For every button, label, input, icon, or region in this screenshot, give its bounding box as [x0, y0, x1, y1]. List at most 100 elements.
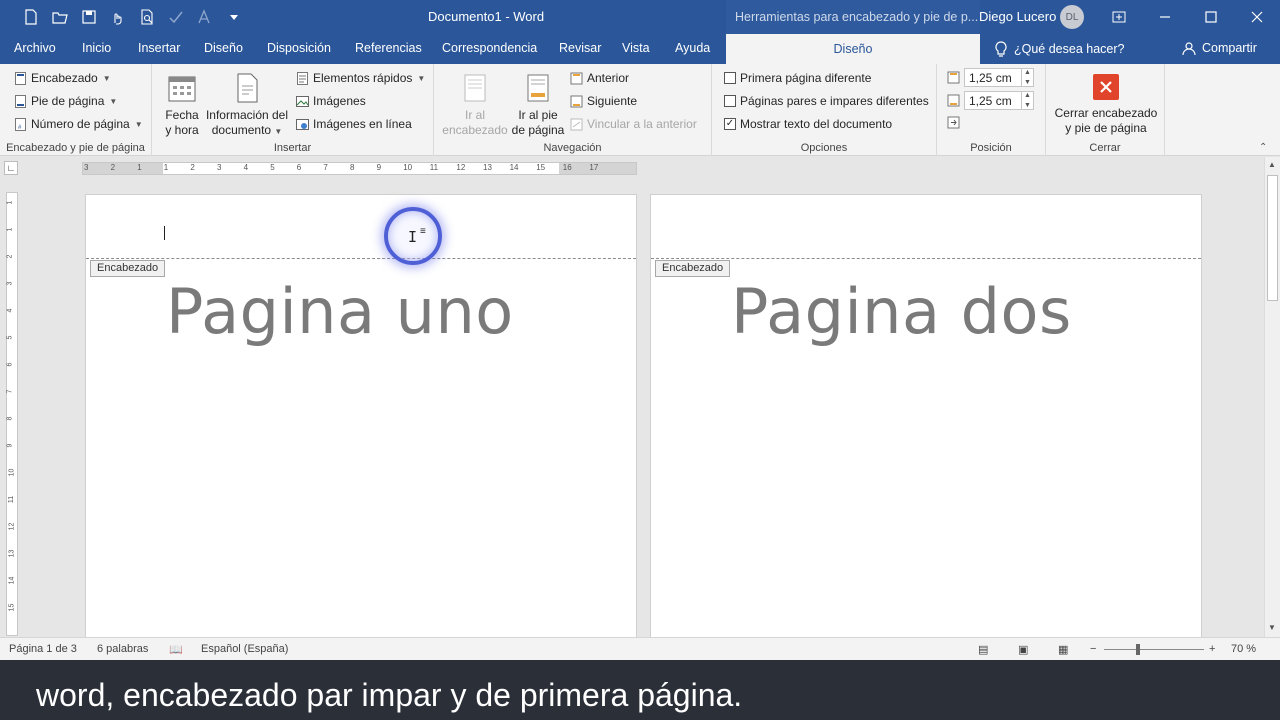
spinner-arrows-icon[interactable]: ▲ ▼	[1022, 68, 1034, 87]
font-size-icon[interactable]	[190, 6, 219, 28]
print-preview-icon[interactable]	[132, 6, 161, 28]
touch-mode-icon[interactable]	[103, 6, 132, 28]
scroll-up-icon[interactable]: ▲	[1268, 160, 1276, 169]
proofing-icon[interactable]: 📖	[169, 643, 183, 656]
align-cursor-icon: ≡	[420, 226, 426, 237]
tab-disposicion[interactable]: Disposición	[267, 41, 331, 55]
go-to-footer-button[interactable]: Ir al pie de página	[508, 72, 568, 138]
header-dropdown[interactable]: Encabezado ▼	[14, 71, 111, 85]
quick-parts-dropdown[interactable]: Elementos rápidos ▼	[296, 71, 425, 85]
header-from-top-field[interactable]: 1,25 cm ▲ ▼	[947, 68, 1034, 87]
chevron-down-icon: ▼	[134, 119, 143, 129]
page-count[interactable]: Página 1 de 3	[9, 643, 77, 655]
ibeam-cursor-icon: I	[408, 228, 418, 246]
print-layout-icon[interactable]: ▣	[1018, 643, 1028, 656]
zoom-out-icon[interactable]: −	[1090, 643, 1096, 655]
previous-button[interactable]: Anterior	[570, 71, 629, 85]
ruler-number: 13	[483, 163, 492, 172]
different-first-page-label: Primera página diferente	[740, 71, 872, 85]
minimize-icon[interactable]	[1142, 4, 1188, 30]
tab-correspondencia[interactable]: Correspondencia	[442, 41, 537, 55]
pictures-button[interactable]: Imágenes	[296, 94, 366, 108]
scrollbar-thumb[interactable]	[1267, 175, 1278, 301]
page-one[interactable]: Encabezado Pagina uno	[85, 194, 637, 637]
collapse-ribbon-icon[interactable]: ⌃	[1259, 142, 1267, 153]
checkbox-unchecked[interactable]	[724, 72, 736, 84]
ruler-number: 9	[6, 443, 14, 448]
next-button[interactable]: Siguiente	[570, 94, 637, 108]
customize-toolbar-icon[interactable]	[219, 6, 248, 28]
different-odd-even-checkbox[interactable]: Páginas pares e impares diferentes	[724, 94, 929, 108]
web-layout-icon[interactable]: ▦	[1058, 643, 1068, 656]
zoom-level[interactable]: 70 %	[1231, 643, 1256, 655]
zoom-in-icon[interactable]: +	[1209, 643, 1215, 655]
save-icon[interactable]	[74, 6, 103, 28]
video-caption: word, encabezado par impar y de primera …	[0, 660, 1280, 720]
header-label: Encabezado	[31, 71, 98, 85]
avatar[interactable]: DL	[1060, 5, 1084, 29]
ruler-number: 14	[8, 576, 16, 585]
tell-me-label: ¿Qué desea hacer?	[1014, 42, 1125, 56]
close-header-footer-button[interactable]: Cerrar encabezado y pie de página	[1050, 74, 1162, 136]
ruler-number: 8	[6, 416, 14, 421]
chevron-down-icon: ▼	[102, 73, 111, 83]
zoom-slider-track[interactable]	[1104, 649, 1204, 650]
checkmark-icon[interactable]: ✓	[724, 118, 736, 130]
page-body-text[interactable]: Pagina dos	[731, 275, 1072, 348]
tab-selector[interactable]: ∟	[4, 161, 18, 175]
tab-revisar[interactable]: Revisar	[559, 41, 601, 55]
page-two[interactable]: Encabezado Pagina dos	[650, 194, 1202, 637]
zoom-slider-thumb[interactable]	[1136, 644, 1140, 655]
close-window-icon[interactable]	[1234, 4, 1280, 30]
tab-referencias[interactable]: Referencias	[355, 41, 422, 55]
document-info-button[interactable]: Información del documento ▼	[204, 72, 290, 139]
tab-archivo[interactable]: Archivo	[14, 41, 56, 55]
open-folder-icon[interactable]	[45, 6, 74, 28]
tell-me-search[interactable]: ¿Qué desea hacer?	[994, 41, 1125, 57]
footer-from-bottom-field[interactable]: 1,25 cm ▲ ▼	[947, 91, 1034, 110]
insert-alignment-tab-button[interactable]	[947, 116, 960, 129]
different-first-page-checkbox[interactable]: Primera página diferente	[724, 71, 871, 85]
vertical-ruler[interactable]: 1 1 2 3 4 5 6 7 8 9 10 11 12 13 14 15	[6, 192, 18, 636]
word-count[interactable]: 6 palabras	[97, 643, 148, 655]
header-from-top-input[interactable]: 1,25 cm	[964, 68, 1022, 87]
new-document-icon[interactable]	[16, 6, 45, 28]
horizontal-ruler[interactable]: 3 2 1 1 2 3 4 5 6 7 8 9 10 11 12 13 14 15 16 17	[82, 162, 637, 175]
header-tag: Encabezado	[655, 260, 731, 277]
ruler-number: 2	[110, 163, 116, 172]
tab-header-footer-design[interactable]: Diseño	[726, 34, 980, 64]
page-body-text[interactable]: Pagina uno	[166, 275, 514, 348]
vertical-scrollbar[interactable]: ▲ ▼	[1264, 157, 1280, 637]
footer-dropdown[interactable]: Pie de página ▼	[14, 94, 117, 108]
online-pictures-button[interactable]: Imágenes en línea	[296, 117, 412, 131]
ruler-number: 3	[217, 163, 222, 172]
header-boundary	[651, 258, 1201, 259]
tab-diseno[interactable]: Diseño	[204, 41, 243, 55]
date-time-button[interactable]: Fecha y hora	[162, 72, 202, 138]
show-document-text-checkbox[interactable]: ✓ Mostrar texto del documento	[724, 117, 892, 131]
spinner-arrows-icon[interactable]: ▲ ▼	[1022, 91, 1034, 110]
maximize-icon[interactable]	[1188, 4, 1234, 30]
ribbon-display-options-icon[interactable]	[1096, 4, 1142, 30]
footer-from-bottom-input[interactable]: 1,25 cm	[964, 91, 1022, 110]
share-button[interactable]: Compartir	[1182, 41, 1257, 55]
share-label: Compartir	[1202, 41, 1257, 55]
contextual-tools-title: Herramientas para encabezado y pie de p.…	[726, 0, 980, 34]
link-to-previous-button[interactable]: Vincular a la anterior	[570, 117, 697, 131]
go-to-header-button[interactable]: Ir al encabezado	[442, 72, 508, 138]
group-position: 1,25 cm ▲ ▼ 1,25 cm ▲ ▼ Posición	[937, 64, 1046, 156]
document-canvas[interactable]: Encabezado Pagina uno Encabezado Pagina …	[0, 157, 1264, 637]
read-mode-icon[interactable]: ▤	[978, 643, 988, 656]
tab-insertar[interactable]: Insertar	[138, 41, 180, 55]
tab-vista[interactable]: Vista	[622, 41, 650, 55]
page-number-dropdown[interactable]: # Número de página ▼	[14, 117, 143, 131]
spelling-check-icon[interactable]	[161, 6, 190, 28]
ruler-number: 1	[163, 163, 169, 172]
tab-inicio[interactable]: Inicio	[82, 41, 111, 55]
picture-icon	[296, 95, 309, 107]
scroll-down-icon[interactable]: ▼	[1268, 623, 1276, 632]
checkbox-unchecked[interactable]	[724, 95, 736, 107]
language-status[interactable]: Español (España)	[201, 643, 288, 655]
user-name[interactable]: Diego Lucero	[979, 9, 1056, 24]
tab-ayuda[interactable]: Ayuda	[675, 41, 710, 55]
